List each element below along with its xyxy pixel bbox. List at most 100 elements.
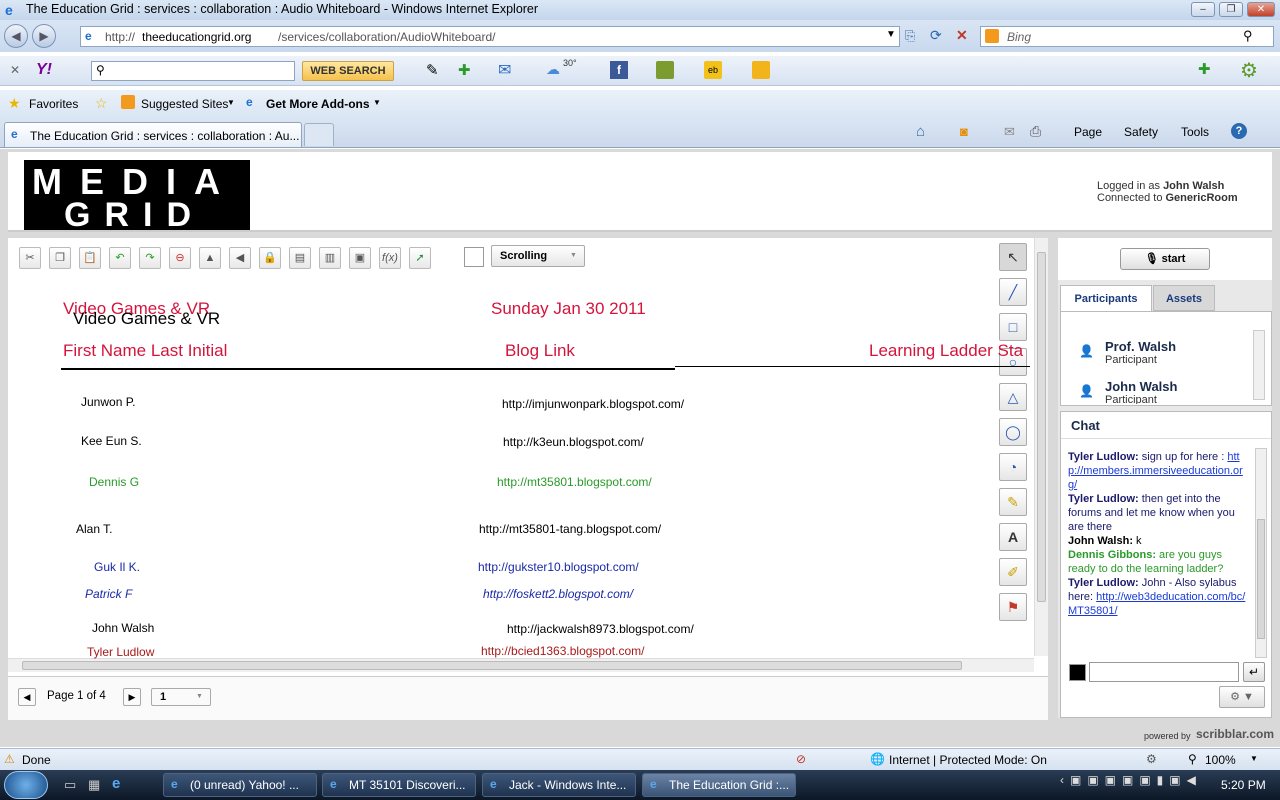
copy-icon[interactable]: ❐	[49, 247, 71, 269]
print-icon[interactable]: ⎙	[1030, 123, 1041, 140]
notepad-icon[interactable]	[752, 61, 770, 79]
ebay-icon[interactable]: eb	[704, 61, 722, 79]
pencil-tool-icon[interactable]: ✎	[999, 488, 1027, 516]
add-button-icon[interactable]: ✚	[1198, 60, 1211, 78]
add-favorite-icon[interactable]: ☆	[95, 95, 108, 112]
redo-icon[interactable]: ↷	[139, 247, 161, 269]
switch-windows-icon[interactable]: ▦	[88, 777, 100, 793]
back-button[interactable]: ◀	[4, 24, 28, 48]
stamp-tool-icon[interactable]: ⚑	[999, 593, 1027, 621]
mail-icon[interactable]: ✉	[498, 60, 511, 80]
settings-gear-icon[interactable]: ⚙	[1240, 58, 1258, 83]
suggested-sites-link[interactable]: Suggested Sites	[141, 97, 228, 111]
row-link[interactable]: http://mt35801.blogspot.com/	[497, 475, 652, 489]
row-link[interactable]: http://k3eun.blogspot.com/	[503, 435, 644, 449]
tools-menu[interactable]: Tools	[1181, 125, 1209, 139]
page-menu[interactable]: Page	[1074, 125, 1102, 139]
lock-icon[interactable]: 🔒	[259, 247, 281, 269]
read-mail-icon[interactable]: ✉	[1004, 124, 1015, 140]
export-icon[interactable]: ➚	[409, 247, 431, 269]
games-icon[interactable]	[656, 61, 674, 79]
paste-icon[interactable]: 📋	[79, 247, 101, 269]
feeds-icon[interactable]: ◙	[960, 124, 968, 139]
new-page-icon[interactable]: ▤	[289, 247, 311, 269]
minimize-button[interactable]: –	[1191, 2, 1215, 17]
tab-active[interactable]: e The Education Grid : services : collab…	[4, 122, 302, 147]
url-field[interactable]: e http:// theeducationgrid.org /services…	[80, 26, 900, 47]
row-link[interactable]: http://imjunwonpark.blogspot.com/	[502, 397, 684, 411]
help-icon[interactable]: ?	[1231, 123, 1247, 139]
formula-icon[interactable]: f(x)	[379, 247, 401, 269]
cut-icon[interactable]: ✂	[19, 247, 41, 269]
tab-participants[interactable]: Participants	[1060, 285, 1152, 311]
start-audio-button[interactable]: 🎙 start	[1120, 248, 1210, 270]
yahoo-search-input[interactable]: ⚲	[91, 61, 295, 81]
url-dropdown-icon[interactable]: ▼	[886, 29, 896, 40]
start-button[interactable]	[4, 771, 48, 799]
new-tab-button[interactable]	[304, 123, 334, 146]
show-desktop-icon[interactable]: ▭	[64, 777, 76, 793]
zoom-level[interactable]: 100%	[1205, 753, 1236, 767]
close-window-button[interactable]: ✕	[1247, 2, 1275, 17]
row-link[interactable]: http://jackwalsh8973.blogspot.com/	[507, 622, 694, 636]
maximize-button[interactable]: ❐	[1219, 2, 1243, 17]
safety-menu[interactable]: Safety	[1124, 125, 1158, 139]
undo-icon[interactable]: ↶	[109, 247, 131, 269]
chat-color-swatch[interactable]	[1069, 664, 1086, 681]
page-select[interactable]: 1 ▼	[151, 688, 211, 706]
forward-button[interactable]: ▶	[32, 24, 56, 48]
next-page-button[interactable]: ▶	[123, 688, 141, 706]
image-icon[interactable]: ▣	[349, 247, 371, 269]
participants-scrollbar[interactable]	[1253, 330, 1265, 400]
toolbar-edit-icon[interactable]: ✎	[426, 61, 439, 79]
hscroll-thumb[interactable]	[22, 661, 962, 670]
row-link[interactable]: http://mt35801-tang.blogspot.com/	[479, 522, 661, 536]
send-back-icon[interactable]: ◀	[229, 247, 251, 269]
add-icon[interactable]: ✚	[458, 61, 471, 79]
color-swatch[interactable]	[464, 247, 484, 267]
horizontal-scrollbar[interactable]	[8, 658, 1034, 672]
taskbar-item[interactable]: e MT 35101 Discoveri...	[322, 773, 476, 797]
close-toolbar-icon[interactable]: ✕	[10, 63, 20, 77]
prev-page-button[interactable]: ◀	[18, 688, 36, 706]
stop-icon[interactable]: ✕	[956, 27, 968, 44]
get-more-addons-link[interactable]: Get More Add-ons	[266, 97, 370, 111]
row-link[interactable]: http://gukster10.blogspot.com/	[478, 560, 639, 574]
taskbar-item[interactable]: e The Education Grid :...	[642, 773, 796, 797]
highlighter-tool-icon[interactable]: ✐	[999, 558, 1027, 586]
chat-input[interactable]	[1089, 662, 1239, 682]
refresh-icon[interactable]: ⟳	[930, 27, 942, 44]
system-tray-icons[interactable]: ‹▣▣▣▣▣▮▣◀	[1060, 773, 1210, 797]
taskbar-item[interactable]: e Jack - Windows Inte...	[482, 773, 636, 797]
duplicate-page-icon[interactable]: ▥	[319, 247, 341, 269]
favorites-button[interactable]: Favorites	[29, 97, 78, 111]
chevron-down-icon[interactable]: ▼	[227, 98, 235, 107]
circle-tool-icon[interactable]: ◯	[999, 418, 1027, 446]
line-tool-icon[interactable]: ╱	[999, 278, 1027, 306]
chat-scroll-thumb[interactable]	[1257, 519, 1265, 639]
chat-settings-button[interactable]: ⚙ ▼	[1219, 686, 1265, 708]
yahoo-logo-icon[interactable]: Y!	[36, 61, 52, 79]
arc-tool-icon[interactable]: ◔	[999, 453, 1027, 481]
ie-quicklaunch-icon[interactable]: e	[112, 775, 120, 792]
taskbar-item[interactable]: e (0 unread) Yahoo! ...	[163, 773, 317, 797]
select-tool-icon[interactable]: ↖	[999, 243, 1027, 271]
web-search-button[interactable]: WEB SEARCH	[302, 61, 394, 81]
triangle-tool-icon[interactable]: △	[999, 383, 1027, 411]
rectangle-tool-icon[interactable]: □	[999, 313, 1027, 341]
zoom-icon[interactable]: ⚲	[1188, 752, 1197, 766]
home-icon[interactable]: ⌂	[916, 123, 925, 140]
tab-assets[interactable]: Assets	[1153, 285, 1215, 311]
chat-scrollbar[interactable]	[1255, 448, 1267, 658]
scroll-thumb[interactable]	[1037, 252, 1046, 602]
row-link[interactable]: http://bcied1363.blogspot.com/	[481, 644, 644, 658]
search-field[interactable]: Bing ⚲	[980, 26, 1274, 47]
send-chat-button[interactable]: ↵	[1243, 662, 1265, 682]
clock[interactable]: 5:20 PM	[1221, 778, 1266, 792]
facebook-icon[interactable]: f	[610, 61, 628, 79]
text-tool-icon[interactable]: A	[999, 523, 1027, 551]
protected-mode-icon[interactable]: ⚙	[1146, 752, 1157, 766]
zoom-chevron-icon[interactable]: ▼	[1250, 754, 1258, 763]
delete-icon[interactable]: ⊖	[169, 247, 191, 269]
row-link[interactable]: http://foskett2.blogspot.com/	[483, 587, 633, 601]
